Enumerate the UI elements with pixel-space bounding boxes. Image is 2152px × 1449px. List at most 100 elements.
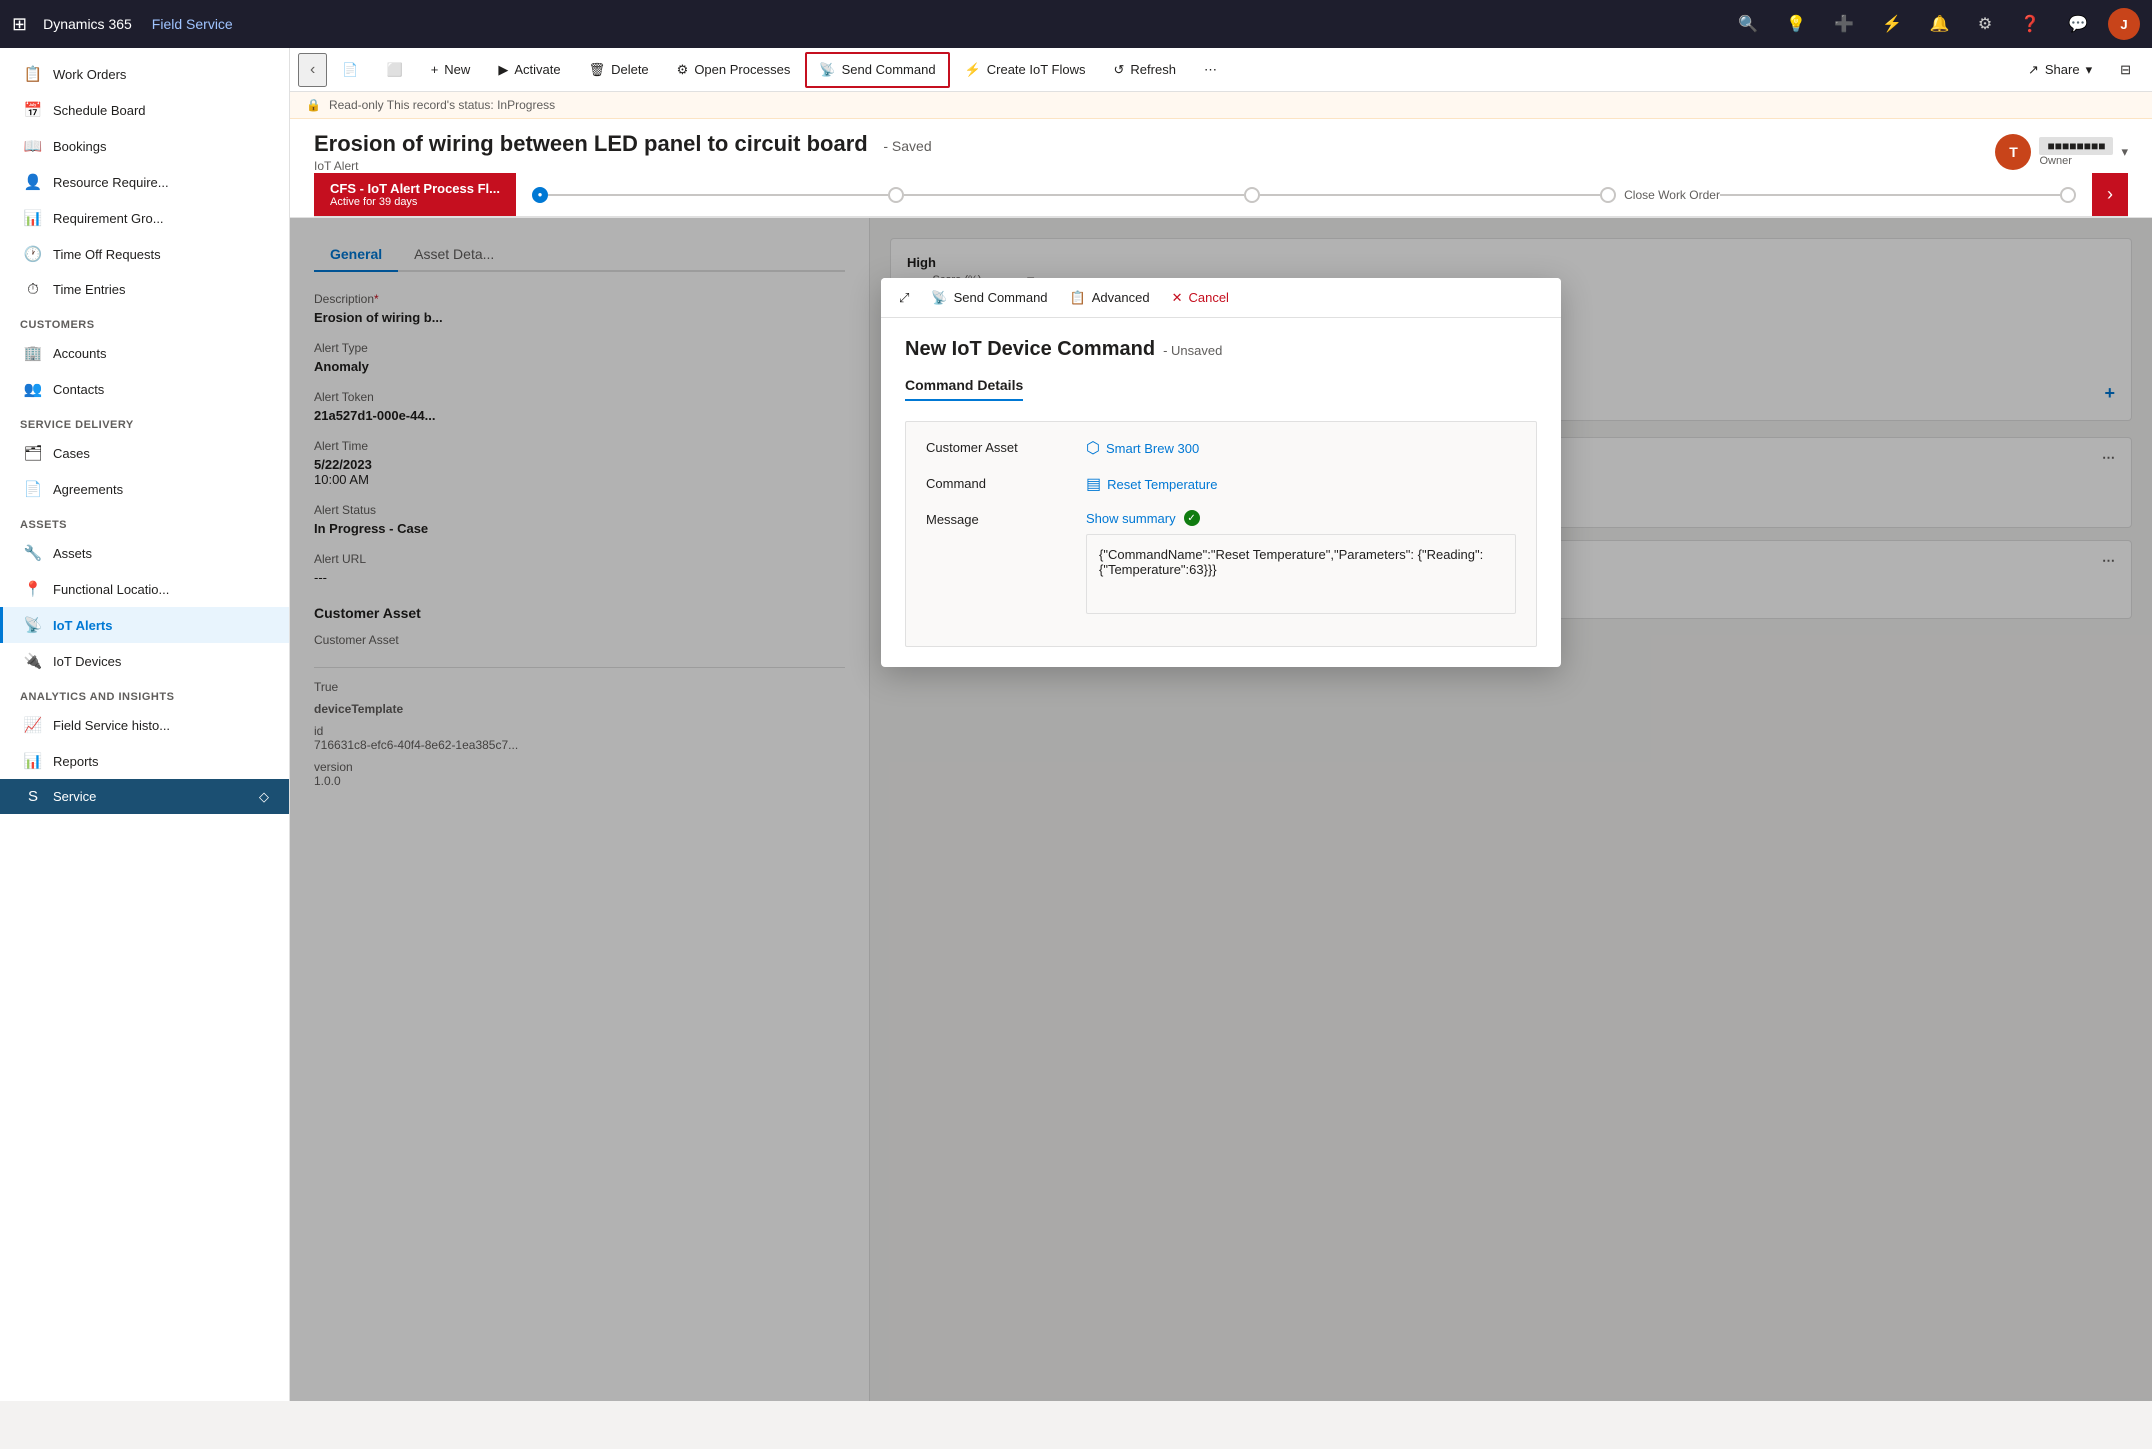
command-row: Command ▤ Reset Temperature xyxy=(926,474,1516,494)
back-button[interactable]: ‹ xyxy=(298,53,327,87)
search-icon[interactable]: 🔍 xyxy=(1738,14,1758,34)
process-step-2[interactable] xyxy=(888,187,904,203)
schedule-board-icon: 📅 xyxy=(23,101,43,119)
modal-advanced-icon: 📋 xyxy=(1070,290,1086,306)
content-area: General Asset Deta... Description* Erosi… xyxy=(290,218,2152,1401)
service-pin-icon[interactable]: ◇ xyxy=(259,789,269,805)
modal-send-command-button[interactable]: 📡 Send Command xyxy=(921,285,1057,311)
share-button[interactable]: ↗ Share ▾ xyxy=(2015,52,2105,88)
sidebar-item-service[interactable]: S Service ◇ xyxy=(0,779,289,814)
command-icon: ▤ xyxy=(1086,474,1101,494)
refresh-button[interactable]: ↺ Refresh xyxy=(1101,52,1189,88)
send-command-label: Send Command xyxy=(842,62,936,77)
sidebar-item-reports[interactable]: 📊 Reports xyxy=(0,743,289,779)
sidebar-item-time-entries[interactable]: ⏱ Time Entries xyxy=(0,272,289,307)
record-saved-status: - Saved xyxy=(883,138,931,154)
functional-loc-icon: 📍 xyxy=(23,580,43,598)
sidebar-item-functional-loc[interactable]: 📍 Functional Locatio... xyxy=(0,571,289,607)
bell-icon[interactable]: 🔔 xyxy=(1930,14,1950,34)
open-in-new-btn[interactable]: ⬜ xyxy=(374,52,416,88)
side-panel-btn[interactable]: ⊟ xyxy=(2107,52,2144,88)
command-link[interactable]: ▤ Reset Temperature xyxy=(1086,474,1516,494)
bookings-icon: 📖 xyxy=(23,137,43,155)
record-header: Erosion of wiring between LED panel to c… xyxy=(290,119,2152,218)
command-bar: ‹ 📄 ⬜ + New ▶ Activate 🗑 Delete ⚙ Open P… xyxy=(290,48,2152,92)
sidebar-item-contacts[interactable]: 👥 Contacts xyxy=(0,371,289,407)
stage-next-arrow[interactable]: › xyxy=(2092,173,2128,216)
refresh-label: Refresh xyxy=(1130,62,1176,77)
modal-unsaved-status: - Unsaved xyxy=(1163,343,1222,358)
show-summary-row: Show summary ✓ xyxy=(1086,510,1516,526)
owner-avatar: T xyxy=(1995,134,2031,170)
filter-icon[interactable]: ⚡ xyxy=(1882,14,1902,34)
top-navigation: ⊞ Dynamics 365 Field Service 🔍 💡 ➕ ⚡ 🔔 ⚙… xyxy=(0,0,2152,48)
sidebar-item-assets[interactable]: 🔧 Assets xyxy=(0,535,289,571)
close-work-order-circle xyxy=(1600,187,1616,203)
sidebar-item-schedule-board[interactable]: 📅 Schedule Board xyxy=(0,92,289,128)
modal-send-command-label: Send Command xyxy=(954,290,1048,305)
plus-icon: + xyxy=(431,62,439,77)
open-processes-button[interactable]: ⚙ Open Processes xyxy=(664,52,804,88)
share-icon: ↗ xyxy=(2028,62,2039,78)
new-button[interactable]: + New xyxy=(418,52,484,88)
more-button[interactable]: ⋯ xyxy=(1191,52,1230,88)
sidebar-item-accounts[interactable]: 🏢 Accounts xyxy=(0,335,289,371)
sidebar-label-reports: Reports xyxy=(53,754,99,769)
gear-icon[interactable]: ⚙ xyxy=(1978,14,1992,34)
send-command-button[interactable]: 📡 Send Command xyxy=(805,52,949,88)
create-iot-flows-button[interactable]: ⚡ Create IoT Flows xyxy=(952,52,1099,88)
sidebar-item-field-service-hist[interactable]: 📈 Field Service histo... xyxy=(0,707,289,743)
customer-asset-link[interactable]: ⬡ Smart Brew 300 xyxy=(1086,438,1516,458)
sidebar-label-contacts: Contacts xyxy=(53,382,104,397)
sidebar-label-field-service-hist: Field Service histo... xyxy=(53,718,170,733)
document-icon-btn[interactable]: 📄 xyxy=(329,52,371,88)
waffle-icon[interactable]: ⊞ xyxy=(12,14,27,35)
plus-icon[interactable]: ➕ xyxy=(1834,14,1854,34)
bulb-icon[interactable]: 💡 xyxy=(1786,14,1806,34)
send-command-icon: 📡 xyxy=(819,62,835,78)
sidebar-item-resource-req[interactable]: 👤 Resource Require... xyxy=(0,164,289,200)
sidebar-label-service: Service xyxy=(53,789,96,804)
delete-icon: 🗑 xyxy=(589,62,606,78)
modal-advanced-button[interactable]: 📋 Advanced xyxy=(1060,285,1160,311)
owner-chevron[interactable]: ▾ xyxy=(2121,144,2128,160)
modal-popout-button[interactable]: ⤢ xyxy=(889,285,919,311)
process-step-1[interactable] xyxy=(532,187,548,203)
open-processes-label: Open Processes xyxy=(694,62,790,77)
owner-area: T ■■■■■■■■ Owner ▾ xyxy=(1995,134,2128,170)
modal-customer-asset-value: ⬡ Smart Brew 300 xyxy=(1086,438,1516,458)
modal-cancel-label: Cancel xyxy=(1188,290,1228,305)
sidebar-item-iot-devices[interactable]: 🔌 IoT Devices xyxy=(0,643,289,679)
sidebar-item-time-off[interactable]: 🕐 Time Off Requests xyxy=(0,236,289,272)
process-step-3[interactable] xyxy=(1244,187,1260,203)
sidebar-label-work-orders: Work Orders xyxy=(53,67,126,82)
sidebar-item-work-orders[interactable]: 📋 Work Orders xyxy=(0,56,289,92)
close-work-order-step[interactable]: Close Work Order xyxy=(1600,187,1720,203)
sidebar-label-time-entries: Time Entries xyxy=(53,282,125,297)
show-summary-link[interactable]: Show summary xyxy=(1086,511,1176,526)
sidebar-item-iot-alerts[interactable]: 📡 IoT Alerts xyxy=(0,607,289,643)
delete-label: Delete xyxy=(611,62,649,77)
help-icon[interactable]: ❓ xyxy=(2020,14,2040,34)
create-iot-flows-label: Create IoT Flows xyxy=(987,62,1086,77)
user-avatar[interactable]: J xyxy=(2108,8,2140,40)
modal-send-icon: 📡 xyxy=(931,290,947,306)
chat-icon[interactable]: 💬 xyxy=(2068,14,2088,34)
service-icon: S xyxy=(23,788,43,805)
modal-cancel-button[interactable]: ✕ Cancel xyxy=(1162,285,1239,311)
iot-devices-icon: 🔌 xyxy=(23,652,43,670)
modal-title: New IoT Device Command xyxy=(905,338,1155,361)
sidebar-item-agreements[interactable]: 📄 Agreements xyxy=(0,471,289,507)
cfs-banner-title: CFS - IoT Alert Process Fl... xyxy=(330,181,500,196)
message-content[interactable]: {"CommandName":"Reset Temperature","Para… xyxy=(1086,534,1516,614)
activate-icon: ▶ xyxy=(498,62,508,78)
sidebar-item-bookings[interactable]: 📖 Bookings xyxy=(0,128,289,164)
process-step-5[interactable] xyxy=(2060,187,2076,203)
cfs-banner: CFS - IoT Alert Process Fl... Active for… xyxy=(314,173,516,216)
activate-button[interactable]: ▶ Activate xyxy=(485,52,573,88)
delete-button[interactable]: 🗑 Delete xyxy=(576,52,662,88)
cfs-banner-subtitle: Active for 39 days xyxy=(330,196,500,208)
summary-check-icon: ✓ xyxy=(1184,510,1200,526)
sidebar-item-requirement-gro[interactable]: 📊 Requirement Gro... xyxy=(0,200,289,236)
sidebar-item-cases[interactable]: 🗂 Cases xyxy=(0,435,289,471)
